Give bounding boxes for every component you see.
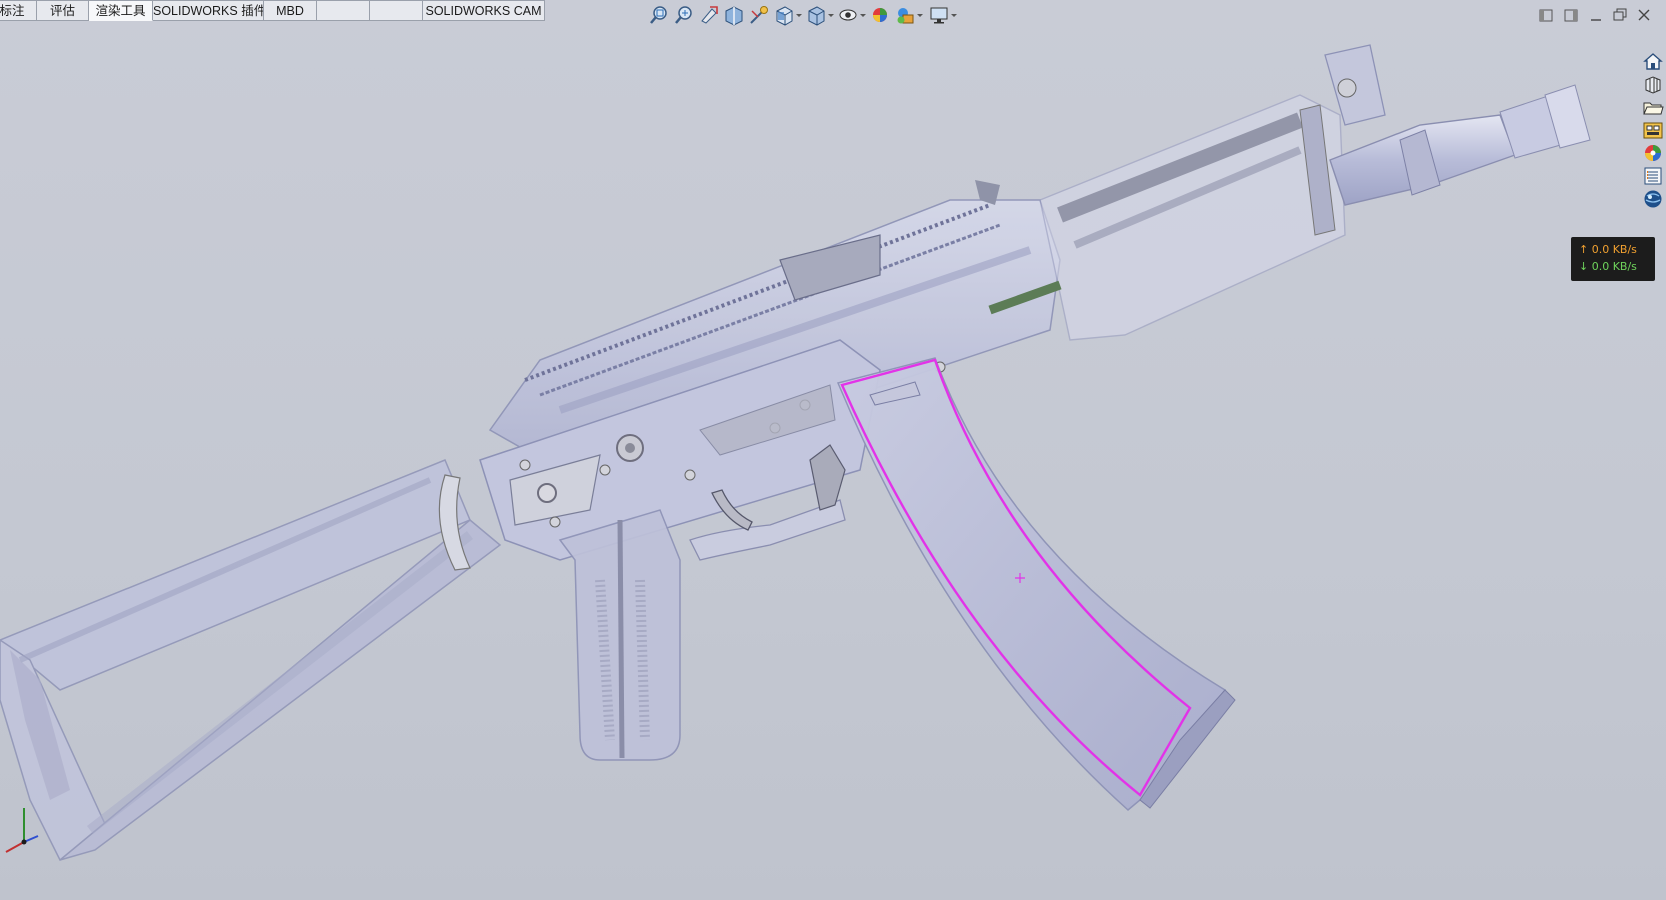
chevron-down-icon[interactable] (859, 3, 867, 27)
tile-left-icon[interactable] (1536, 4, 1556, 26)
zoom-to-area-icon[interactable] (673, 3, 695, 27)
tab-render-tools[interactable]: 渲染工具 (89, 0, 153, 21)
chevron-down-icon[interactable] (916, 3, 924, 27)
chevron-down-icon[interactable] (827, 3, 835, 27)
tab-blank-1[interactable] (317, 0, 370, 21)
reference-triad (5, 808, 39, 853)
close-icon[interactable] (1634, 4, 1654, 26)
display-style-icon[interactable] (805, 3, 827, 27)
section-view-icon[interactable] (723, 3, 745, 27)
chevron-down-icon[interactable] (795, 3, 803, 27)
minimize-icon[interactable] (1586, 4, 1606, 26)
rifle-model[interactable] (0, 44, 1591, 862)
apply-scene-icon[interactable] (894, 3, 916, 27)
previous-view-icon[interactable] (698, 3, 720, 27)
tab-evaluate[interactable]: 评估 (37, 0, 89, 21)
window-controls (1536, 4, 1656, 26)
chevron-down-icon[interactable] (950, 3, 958, 27)
command-manager-tabs: 标注 评估 渲染工具 SOLIDWORKS 插件 MBD SOLIDWORKS … (0, 0, 545, 22)
folding-stock[interactable] (0, 459, 502, 862)
hide-show-items-icon[interactable] (837, 3, 859, 27)
graphics-area[interactable] (0, 30, 1666, 900)
magazine[interactable] (836, 357, 1236, 811)
edit-appearance-icon[interactable] (869, 3, 891, 27)
tab-solidworks-cam[interactable]: SOLIDWORKS CAM (423, 0, 545, 21)
pistol-grip[interactable] (558, 509, 681, 761)
tab-mbd[interactable]: MBD (264, 0, 317, 21)
view-orientation-icon[interactable] (773, 3, 795, 27)
tab-solidworks-addins[interactable]: SOLIDWORKS 插件 (153, 0, 264, 21)
tile-right-icon[interactable] (1561, 4, 1581, 26)
tab-blank-2[interactable] (370, 0, 423, 21)
restore-icon[interactable] (1610, 4, 1630, 26)
zoom-to-fit-icon[interactable] (648, 3, 670, 27)
view-settings-icon[interactable] (928, 3, 950, 27)
dynamic-annotation-icon[interactable] (748, 3, 770, 27)
tab-annotation[interactable]: 标注 (0, 0, 37, 21)
